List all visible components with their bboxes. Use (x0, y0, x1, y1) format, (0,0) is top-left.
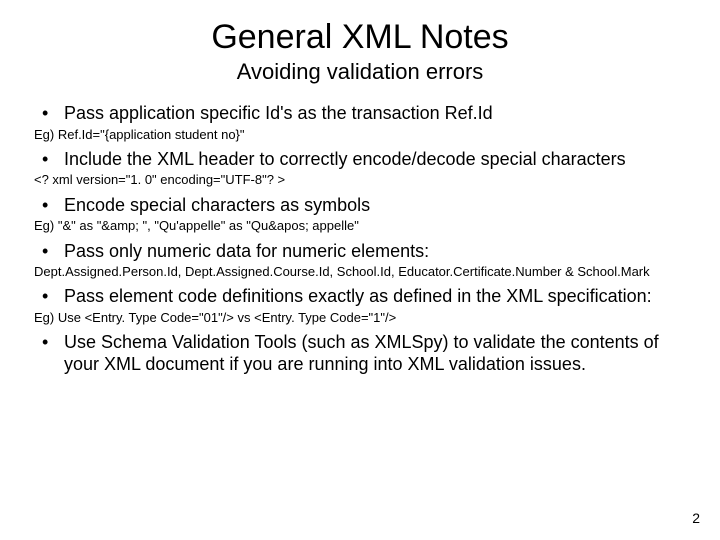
list-note: Dept.Assigned.Person.Id, Dept.Assigned.C… (34, 264, 686, 280)
slide-title: General XML Notes (34, 18, 686, 57)
slide-body: Pass application specific Id's as the tr… (34, 103, 686, 375)
list-note: Eg) Use <Entry. Type Code="01"/> vs <Ent… (34, 310, 686, 326)
list-item: Include the XML header to correctly enco… (34, 149, 686, 171)
list-item: Use Schema Validation Tools (such as XML… (34, 332, 686, 375)
list-item: Pass element code definitions exactly as… (34, 286, 686, 308)
list-item: Pass application specific Id's as the tr… (34, 103, 686, 125)
page-number: 2 (692, 510, 700, 526)
list-note: Eg) Ref.Id="{application student no}" (34, 127, 686, 143)
list-item: Pass only numeric data for numeric eleme… (34, 241, 686, 263)
slide: General XML Notes Avoiding validation er… (0, 0, 720, 540)
list-note: Eg) "&" as "&amp; ", "Qu'appelle" as "Qu… (34, 218, 686, 234)
list-item: Encode special characters as symbols (34, 195, 686, 217)
slide-subtitle: Avoiding validation errors (34, 59, 686, 85)
list-note: <? xml version="1. 0" encoding="UTF-8"? … (34, 172, 686, 188)
